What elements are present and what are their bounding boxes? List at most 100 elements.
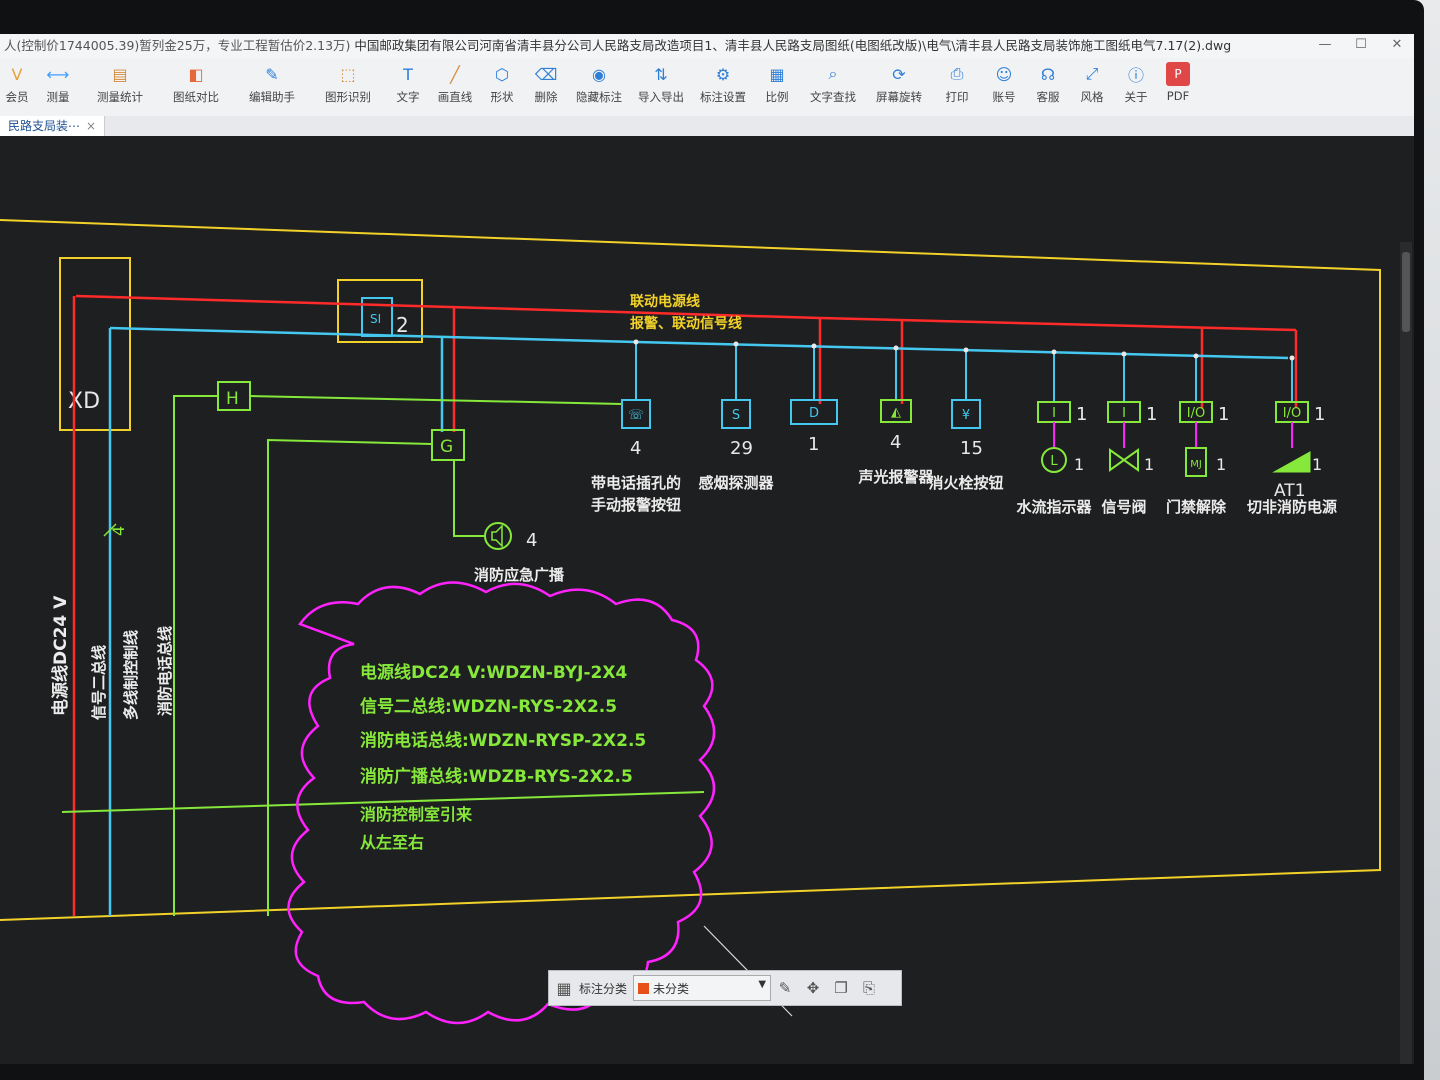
category-swatch: [638, 982, 650, 994]
toolbar-measure-button[interactable]: ⟷ 测量: [34, 58, 82, 116]
vertical-label-phone: 消防电话总线: [156, 626, 174, 716]
scale-icon: ▦: [769, 64, 785, 84]
toolbar-pdf-button[interactable]: P PDF: [1158, 58, 1198, 116]
vertical-scrollbar[interactable]: [1400, 242, 1412, 1064]
toolbar-label: 导入导出: [638, 90, 684, 104]
module-box: [337, 279, 423, 343]
edit-icon[interactable]: ✎: [771, 979, 799, 997]
monitor-bezel: 人(控制价1744005.39)暂列金25万，专业工程暂估价2.13万) 中国邮…: [0, 0, 1424, 1080]
move-icon[interactable]: ✥: [799, 979, 827, 997]
toolbar-label: 画直线: [437, 90, 473, 104]
toolbar-style-button[interactable]: ⤢ 风格: [1070, 58, 1114, 116]
toolbar-label: 屏幕旋转: [876, 90, 922, 104]
toolbar-screen-rotate-button[interactable]: ⟳ 屏幕旋转: [866, 58, 932, 116]
toolbar-label: 打印: [945, 90, 969, 104]
junction-dot: [1289, 355, 1295, 361]
junction-dot: [633, 339, 639, 345]
toolbar-import-export-button[interactable]: ⇅ 导入导出: [630, 58, 692, 116]
text-icon: T: [403, 64, 413, 84]
copy-icon[interactable]: ❐: [827, 979, 855, 997]
toolbar-eraser-button[interactable]: ⌫ 删除: [524, 58, 568, 116]
door-release-text: MJ: [1190, 459, 1202, 470]
print-icon: ⎙: [950, 64, 964, 83]
signal-bus: [109, 326, 1289, 360]
close-tab-icon[interactable]: ×: [86, 119, 96, 133]
annotation-category-label: 标注分类: [579, 981, 628, 996]
vertical-label-bus: 信号二总线: [90, 645, 108, 720]
import-export-icon: ⇅: [654, 64, 668, 84]
device-symbol-text: ☏: [628, 408, 644, 423]
toolbar-hide-annotation-button[interactable]: ◉ 隐藏标注: [568, 58, 630, 116]
junction-dot: [811, 343, 817, 349]
chevron-down-icon[interactable]: ▼: [758, 979, 766, 990]
device-count: 1: [1314, 404, 1325, 425]
device-caption: 门禁解除: [1166, 498, 1227, 516]
document-tab[interactable]: 民路支局装⋯ ×: [0, 116, 106, 136]
toolbar-print-button[interactable]: ⎙ 打印: [932, 58, 982, 116]
drawing-canvas[interactable]: XD SI 2 H G 4 消防应急广播 联动电源线 报警、联动信号线 电源线D…: [0, 136, 1414, 1064]
category-selected: 未分类: [653, 981, 690, 996]
toolbar-shape-recognize-button[interactable]: ⬚ 图形识别: [310, 58, 386, 116]
minimize-icon[interactable]: —: [1314, 36, 1336, 54]
device-symbol-text: ◭: [891, 405, 901, 420]
paste-icon[interactable]: ⎘: [855, 979, 883, 997]
eraser-icon: ⌫: [534, 64, 558, 84]
toolbar-label: 删除: [534, 90, 558, 104]
close-icon[interactable]: ✕: [1386, 36, 1408, 54]
flow-indicator-text: L: [1050, 454, 1058, 469]
device-symbol-text: S: [732, 408, 740, 423]
toolbar-edit-assistant-button[interactable]: ✎ 编辑助手: [234, 58, 310, 116]
scroll-thumb[interactable]: [1402, 252, 1410, 332]
broadcast-line: [453, 460, 484, 537]
toolbar-label: 编辑助手: [249, 90, 295, 104]
window-titlebar: 人(控制价1744005.39)暂列金25万，专业工程暂估价2.13万) 中国邮…: [0, 34, 1414, 58]
annotation-settings-icon: ⚙: [715, 64, 731, 84]
measure-icon: ⟷: [46, 64, 70, 84]
junction-dot: [893, 345, 899, 351]
device-symbol-text: I: [1052, 406, 1056, 421]
device-count: 29: [730, 438, 753, 459]
toolbar-text-button[interactable]: T 文字: [386, 58, 430, 116]
toolbar-account-button[interactable]: ☺ 账号: [982, 58, 1026, 116]
document-tab-label: 民路支局装⋯: [8, 119, 81, 133]
vip-icon: V: [11, 64, 23, 84]
toolbar-scale-button[interactable]: ▦ 比例: [754, 58, 800, 116]
cable-note-2: 信号二总线:WDZN-RYS-2X2.5: [360, 696, 617, 717]
device-sub-count: 1: [1312, 455, 1322, 474]
device-layer: ☏ 4 带电话插孔的手动报警按钮 S 29 感烟探测器 D 1 ◭ 4 声光报警器 ¥15 消火栓按钮 I…: [591, 339, 1337, 516]
device-caption: 感烟探测器: [698, 474, 774, 492]
toolbar-line-button[interactable]: ╱ 画直线: [430, 58, 480, 116]
toolbar-label: 标注设置: [700, 90, 746, 104]
annotation-category-select[interactable]: 未分类 ▼: [633, 975, 772, 1001]
toolbar-label: 关于: [1124, 90, 1148, 104]
maximize-icon[interactable]: ☐: [1350, 36, 1372, 54]
headset-icon: ☊: [1040, 64, 1056, 84]
toolbar-label: 账号: [992, 90, 1016, 104]
main-toolbar: V 会员 ⟷ 测量 ▤ 测量统计 ◧ 图纸对比 ✎ 编辑助手 ⬚ 图形识别 T 文字 ╱ 画直线 ⬡ 形状 ⌫ 删除 ◉…: [0, 58, 1414, 117]
signal-line-label: 报警、联动信号线: [630, 315, 742, 332]
toolbar-vip-button[interactable]: V 会员: [0, 58, 34, 116]
toolbar-compare-button[interactable]: ◧ 图纸对比: [158, 58, 234, 116]
pdf-icon: P: [1166, 62, 1190, 86]
g-label: G: [440, 437, 453, 457]
speaker-glyph: [491, 524, 503, 548]
toolbar-label: 文字查找: [810, 90, 856, 104]
toolbar-headset-button[interactable]: ☊ 客服: [1026, 58, 1070, 116]
junction-dot: [733, 341, 739, 347]
cable-note-4: 消防广播总线:WDZB-RYS-2X2.5: [360, 766, 633, 787]
grid-icon[interactable]: ▦: [549, 979, 579, 998]
toolbar-shape-button[interactable]: ⬡ 形状: [480, 58, 524, 116]
toolbar-annotation-settings-button[interactable]: ⚙ 标注设置: [692, 58, 754, 116]
speaker-count: 4: [526, 530, 537, 551]
signal-valve-icon: [1109, 448, 1139, 472]
toolbar-measure-stats-button[interactable]: ▤ 测量统计: [82, 58, 158, 116]
device-count: 4: [630, 438, 641, 459]
title-prefix: 人(控制价1744005.39)暂列金25万，专业工程暂估价2.13万): [4, 38, 351, 53]
window-title: 中国邮政集团有限公司河南省清丰县分公司人民路支局改造项目1、清丰县人民路支局图纸…: [354, 38, 1232, 53]
device-symbol-text: ¥: [962, 408, 970, 423]
toolbar-text-search-button[interactable]: ⌕ 文字查找: [800, 58, 866, 116]
toolbar-info-button[interactable]: ⓘ 关于: [1114, 58, 1158, 116]
toolbar-label: 会员: [5, 90, 29, 104]
ats-icon: [1272, 451, 1311, 473]
style-icon: ⤢: [1085, 64, 1099, 83]
